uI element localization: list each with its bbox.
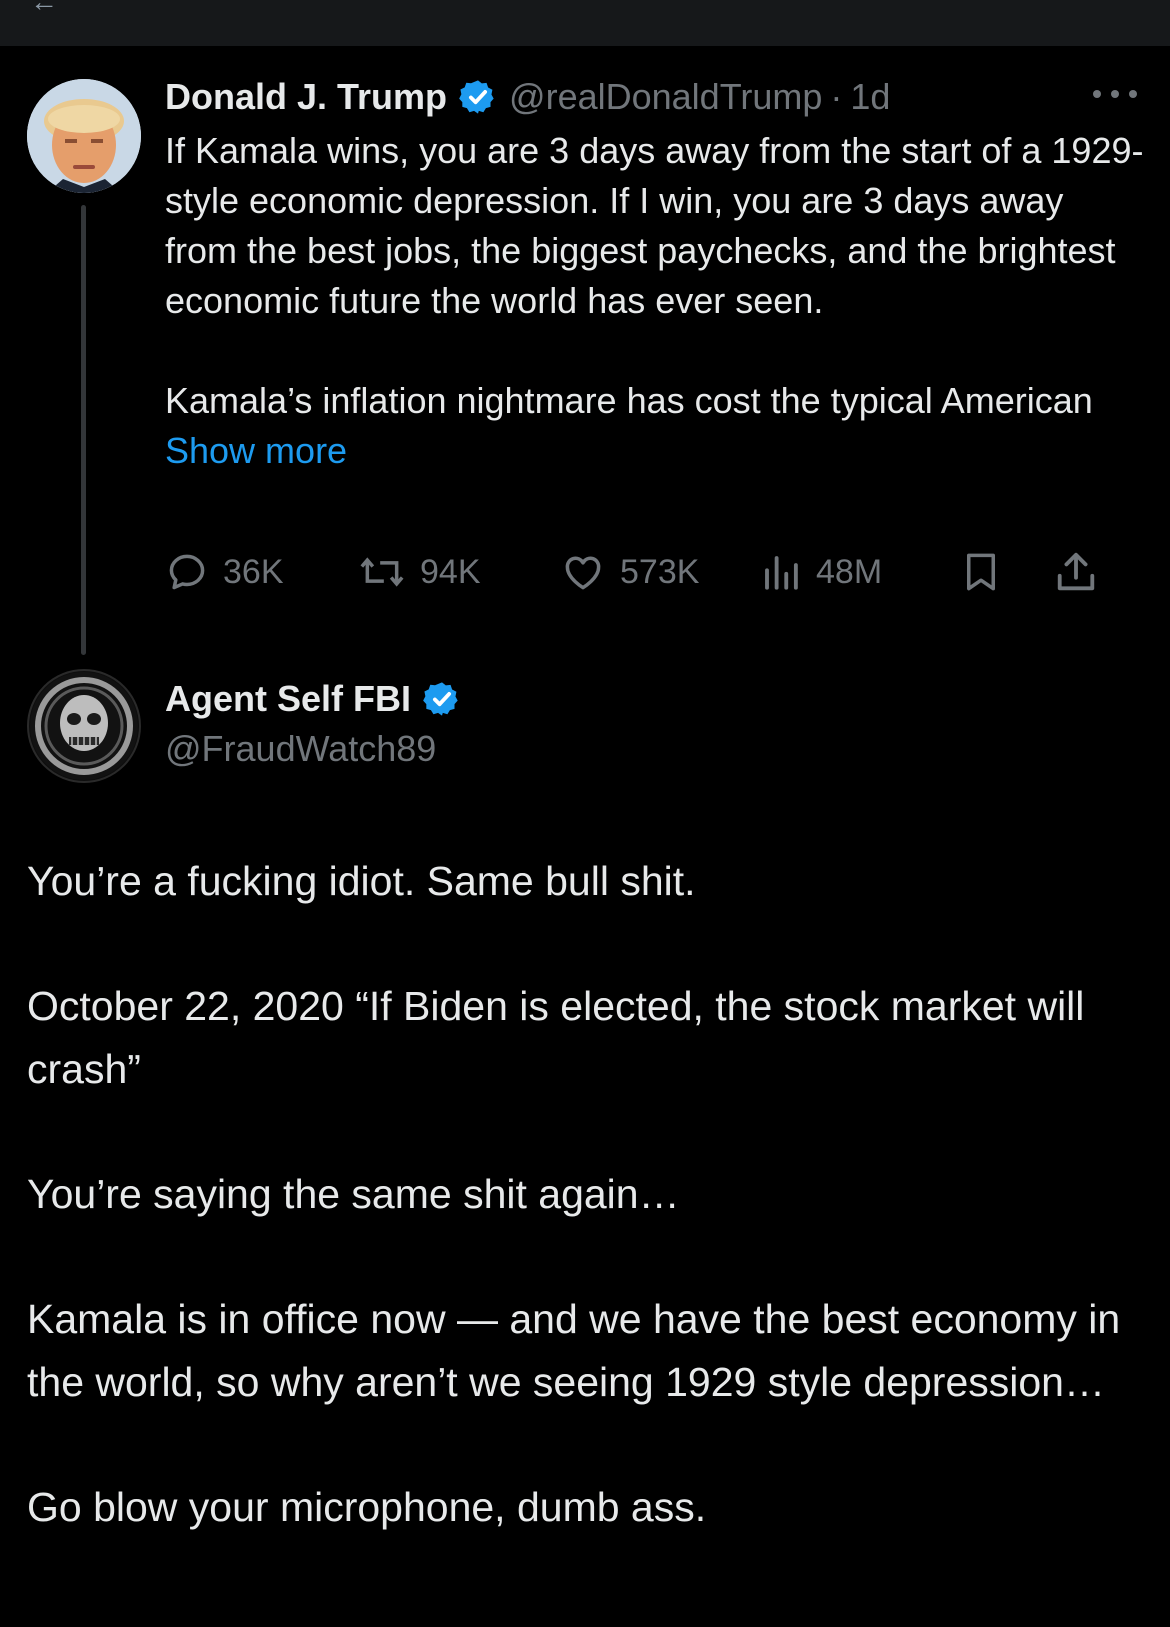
repost-count: 94K xyxy=(420,552,481,591)
like-icon xyxy=(565,556,601,590)
top-bar: ← xyxy=(0,0,1170,46)
author-avatar[interactable] xyxy=(27,79,141,193)
reply-paragraph: Kamala is in office now — and we have th… xyxy=(27,1296,1121,1405)
reply-count: 36K xyxy=(223,552,284,591)
tweet-actions: 36K 94K 573K 48M xyxy=(165,545,1145,599)
show-more-link[interactable]: Show more xyxy=(165,430,347,471)
separator-dot: · xyxy=(830,76,843,117)
reply-icon xyxy=(169,554,205,590)
back-arrow-icon[interactable]: ← xyxy=(30,0,58,18)
views-count: 48M xyxy=(816,552,883,591)
tweet-paragraph-2-text: Kamala’s inflation nightmare has cost th… xyxy=(165,380,1093,421)
tweet-timestamp[interactable]: 1d xyxy=(850,76,890,118)
tweet-text: If Kamala wins, you are 3 days away from… xyxy=(165,126,1145,476)
bookmark-button[interactable] xyxy=(960,545,1002,599)
share-button[interactable] xyxy=(1053,545,1099,599)
reply-paragraph: You’re a fucking idiot. Same bull shit. xyxy=(27,858,696,904)
thread-connector xyxy=(81,205,86,655)
verified-badge-icon xyxy=(423,680,461,718)
bookmark-icon xyxy=(967,553,995,591)
repost-button[interactable]: 94K xyxy=(358,545,481,599)
verified-badge-icon xyxy=(459,78,497,116)
share-icon xyxy=(1057,552,1095,591)
views-icon xyxy=(765,556,798,590)
tweet-header: Donald J. Trump @realDonaldTrump · 1d xyxy=(165,72,890,122)
reply-paragraph: Go blow your microphone, dumb ass. xyxy=(27,1484,707,1530)
reply-author-avatar[interactable] xyxy=(27,669,141,783)
reply-paragraph: October 22, 2020 “If Biden is elected, t… xyxy=(27,983,1085,1092)
reply-author-handle[interactable]: @FraudWatch89 xyxy=(165,728,436,770)
reply-author-name[interactable]: Agent Self FBI xyxy=(165,678,411,720)
like-count: 573K xyxy=(620,552,700,591)
like-button[interactable]: 573K xyxy=(560,545,699,599)
reply-paragraph: You’re saying the same shit again… xyxy=(27,1171,680,1217)
reply-text: You’re a fucking idiot. Same bull shit. … xyxy=(27,850,1147,1601)
reply-author-header: Agent Self FBI xyxy=(165,678,473,720)
repost-icon xyxy=(360,557,404,587)
author-handle[interactable]: @realDonaldTrump xyxy=(509,76,822,118)
author-name[interactable]: Donald J. Trump xyxy=(165,76,447,118)
more-icon[interactable] xyxy=(1093,87,1137,101)
tweet-paragraph-2: Kamala’s inflation nightmare has cost th… xyxy=(165,376,1145,476)
views-button[interactable]: 48M xyxy=(760,545,882,599)
tweet-paragraph-1: If Kamala wins, you are 3 days away from… xyxy=(165,130,1144,321)
reply-button[interactable]: 36K xyxy=(165,545,284,599)
